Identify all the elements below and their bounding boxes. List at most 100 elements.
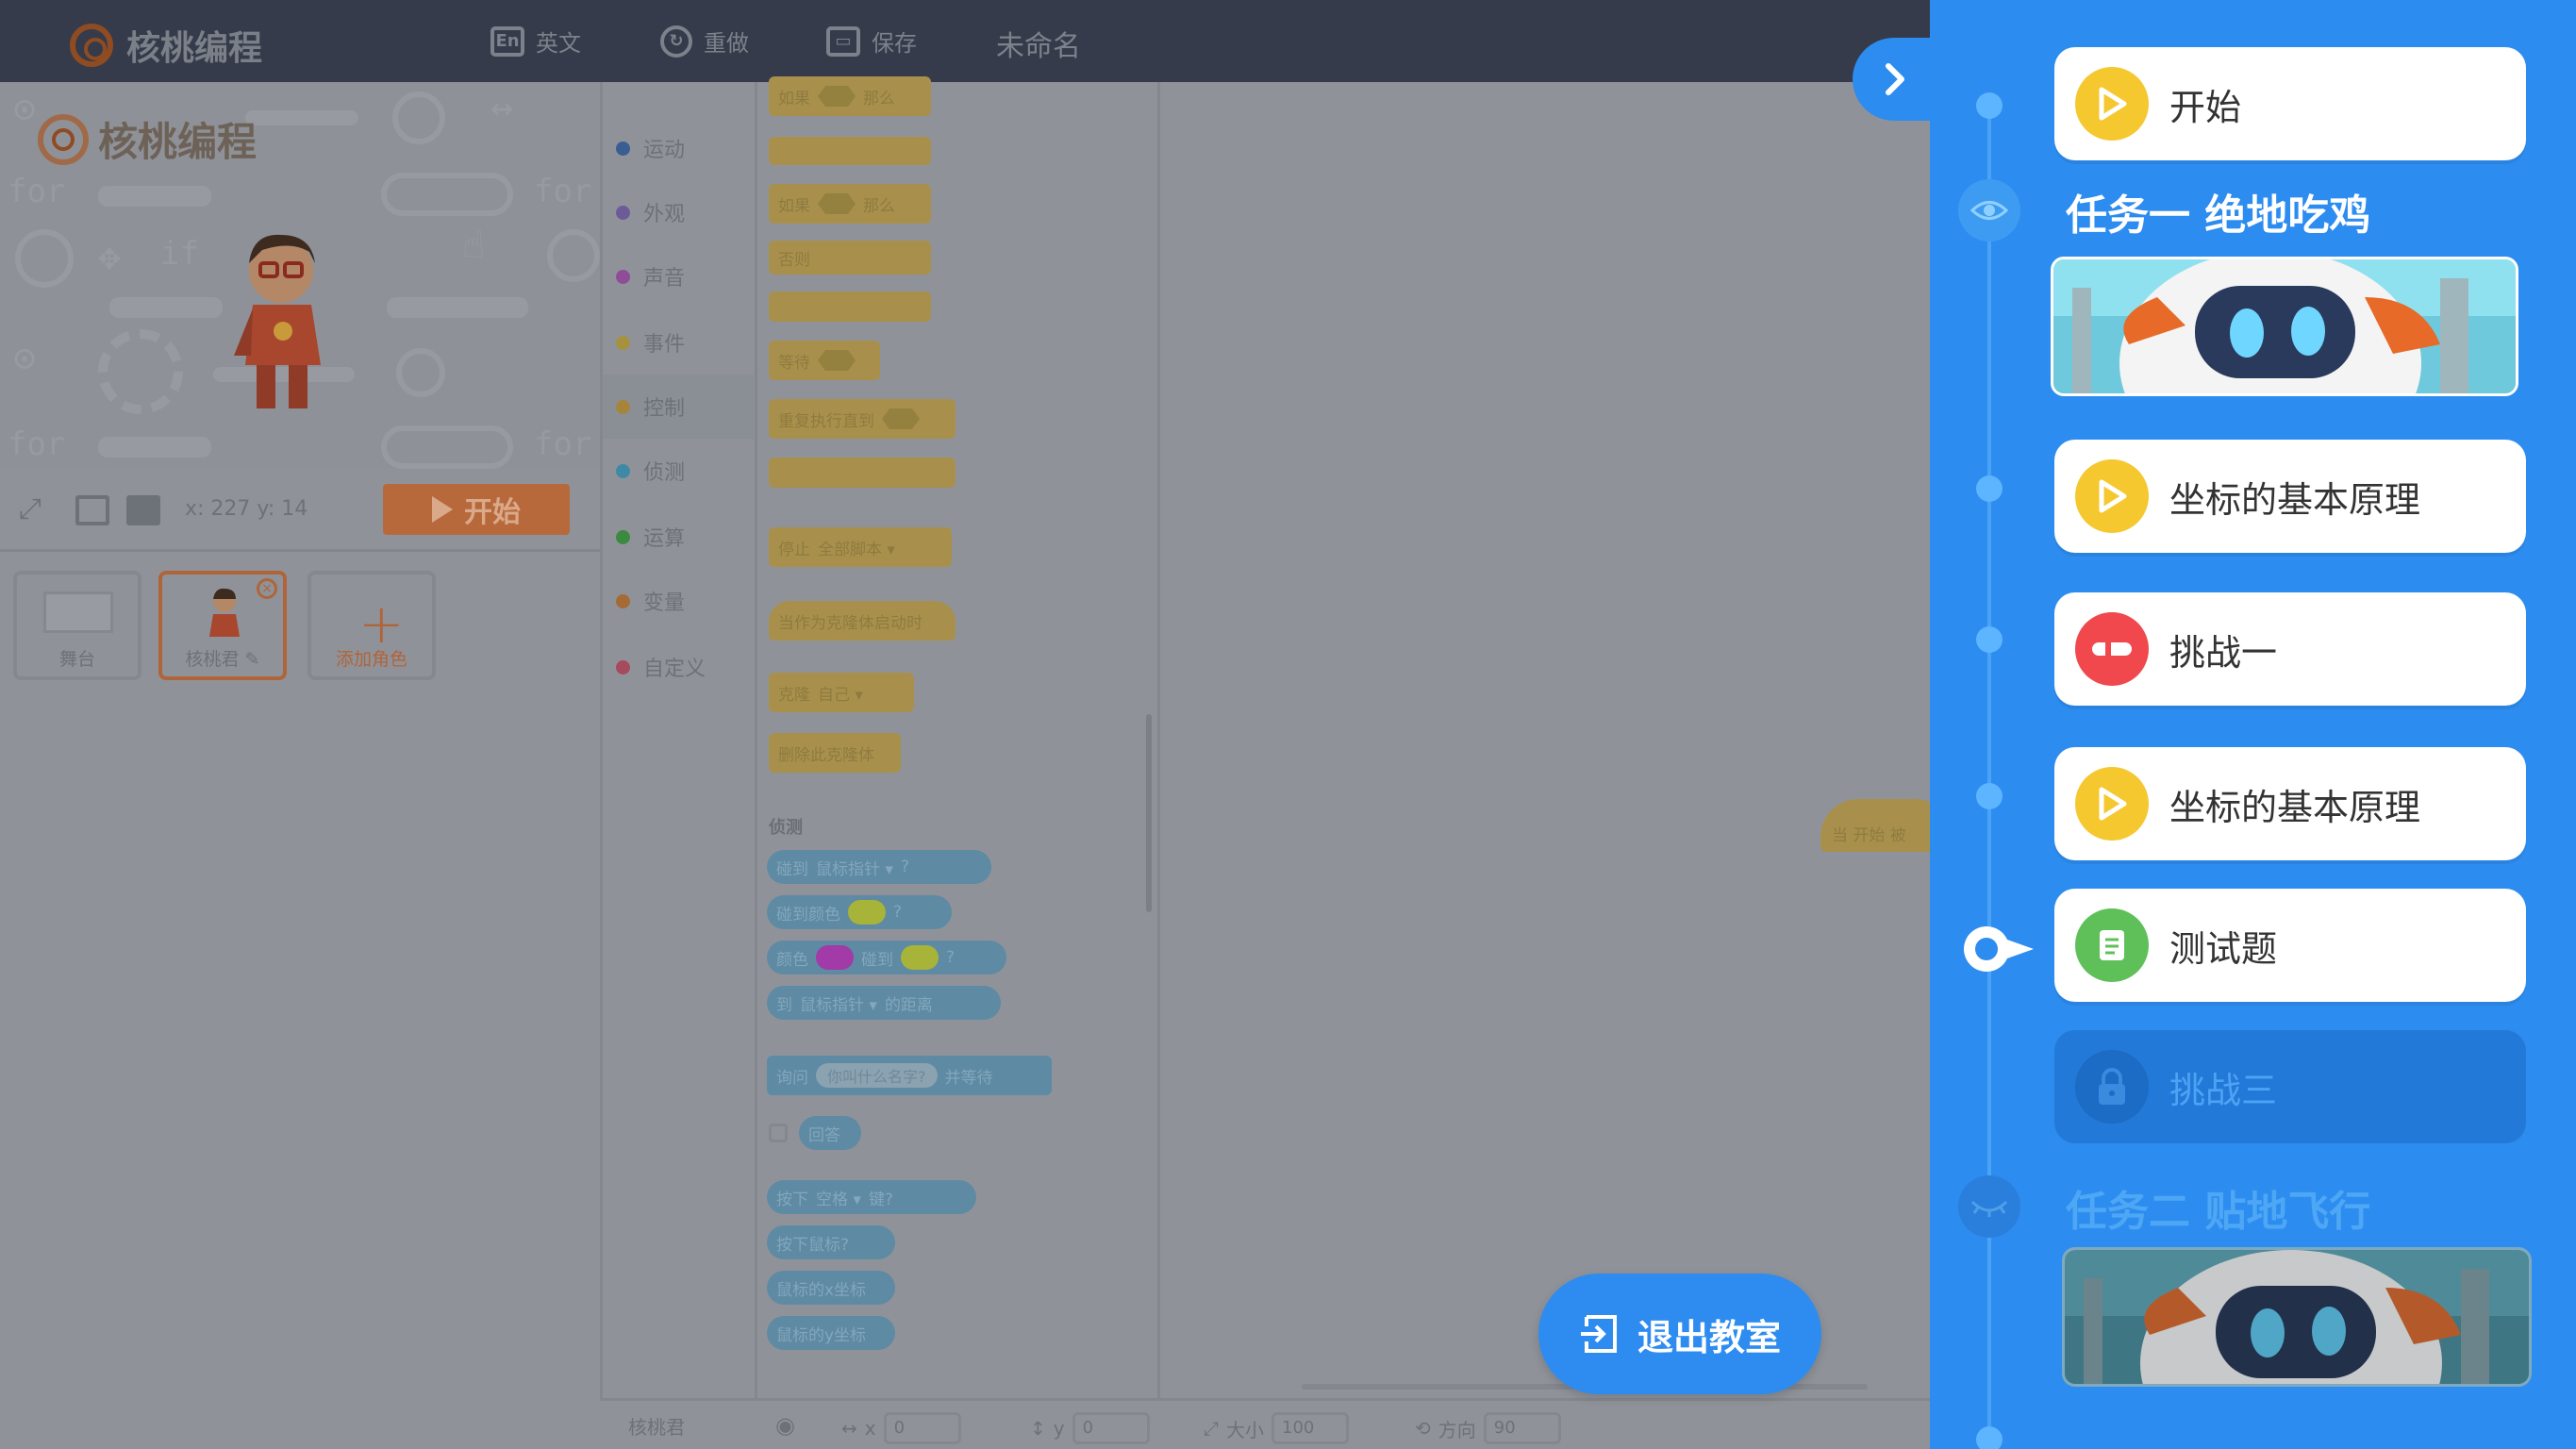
category-label: 侦测 — [643, 461, 686, 485]
stage-start-button[interactable]: 开始 — [383, 484, 570, 535]
x-input[interactable]: 0 — [883, 1412, 961, 1444]
small-stage-icon[interactable] — [75, 495, 109, 525]
lesson-item-coordinates-1[interactable]: 坐标的基本原理 — [2054, 440, 2526, 553]
exit-classroom-button[interactable]: 退出教室 — [1538, 1274, 1821, 1394]
script-area[interactable]: 当 开始 被 — [1160, 82, 1930, 1398]
answer-checkbox[interactable] — [769, 1124, 788, 1142]
sprite-card[interactable]: × 核桃君 ✎ — [158, 571, 287, 680]
category-label: 自定义 — [643, 658, 706, 681]
block-else: 否则 — [769, 241, 931, 275]
category-label: 声音 — [643, 267, 686, 291]
logo-icon — [38, 113, 89, 165]
block-when-clone[interactable]: 当作为克隆体启动时 — [769, 601, 956, 641]
mouse-coordinates: x: 227 y: 14 — [185, 497, 308, 521]
edit-icon[interactable]: ✎ — [245, 649, 260, 670]
category-sensing[interactable]: 侦测 — [603, 439, 754, 503]
direction-input[interactable]: 90 — [1483, 1412, 1561, 1444]
decor-bar — [109, 297, 223, 318]
large-stage-icon[interactable] — [126, 495, 160, 525]
category-dot — [616, 269, 630, 284]
category-variables[interactable]: 变量 — [603, 569, 754, 633]
mission-2-title: 任务二 贴地飞行 — [2066, 1188, 2371, 1236]
sprite-properties-bar: 核桃君 ◉ ↔ x 0 ↕ y 0 ⤢ 大小 100 ⟲ 方向 90 — [600, 1398, 1930, 1449]
blocks-palette: 如果 那么 如果 那么 否则 等待 重复执行直到 停止 全部脚本 ▾ 当作为克隆体启动… — [755, 76, 1160, 1398]
decor-pin-icon: ⊙ — [13, 88, 37, 131]
decor-arrows: ↔ — [490, 86, 514, 129]
block-if-then[interactable]: 如果 那么 — [769, 76, 931, 116]
block-repeat-until[interactable]: 重复执行直到 — [769, 399, 956, 439]
category-events[interactable]: 事件 — [603, 310, 754, 375]
add-sprite-card[interactable]: + 添加角色 — [307, 571, 436, 680]
category-operators[interactable]: 运算 — [603, 505, 754, 569]
stage-card[interactable]: 舞台 — [13, 571, 141, 680]
decor-circle — [392, 92, 445, 144]
block-touching[interactable]: 碰到 鼠标指针 ▾? — [767, 850, 991, 884]
sprite-name: 核桃君 — [628, 1416, 685, 1439]
eye-icon — [1958, 179, 2020, 242]
lesson-start-label: 开始 — [2169, 86, 2242, 128]
stage-start-label: 开始 — [464, 496, 521, 529]
lesson-item-challenge-3-locked: 挑战三 — [2054, 1030, 2526, 1143]
decor-gear — [98, 329, 183, 414]
block-if-else[interactable]: 如果 那么 — [769, 184, 931, 224]
block-clone[interactable]: 克隆 自己 ▾ — [769, 673, 914, 712]
palette-scrollbar[interactable] — [1146, 714, 1152, 912]
save-button[interactable]: ▭ 保存 — [826, 25, 917, 58]
decor-move: ✥ — [98, 235, 122, 278]
sprite-list: 舞台 × 核桃君 ✎ + 添加角色 — [0, 549, 600, 1449]
color-swatch[interactable] — [848, 900, 886, 924]
ask-input[interactable]: 你叫什么名字? — [816, 1063, 938, 1088]
project-title[interactable]: 未命名 — [996, 23, 1081, 64]
category-sound[interactable]: 声音 — [603, 244, 754, 308]
block-when-start[interactable]: 当 开始 被 — [1820, 799, 1930, 852]
collapse-sidebar-button[interactable] — [1853, 38, 1937, 121]
language-label: 英文 — [536, 30, 581, 57]
color-swatch[interactable] — [816, 945, 854, 970]
block-ask[interactable]: 询问 你叫什么名字? 并等待 — [767, 1056, 1052, 1095]
block-mouse-down[interactable]: 按下鼠标? — [767, 1225, 895, 1259]
redo-label: 重做 — [704, 30, 749, 57]
close-icon[interactable]: × — [257, 578, 277, 599]
lesson-item-quiz[interactable]: 测试题 — [2054, 889, 2526, 1002]
fullscreen-icon[interactable]: ⤢ — [19, 495, 53, 525]
category-motion[interactable]: 运动 — [603, 116, 754, 180]
block-mouse-x[interactable]: 鼠标的x坐标 — [767, 1271, 895, 1305]
block-if-then-end — [769, 137, 931, 165]
category-custom[interactable]: 自定义 — [603, 635, 754, 699]
category-dot — [616, 529, 630, 544]
lesson-item-label: 坐标的基本原理 — [2169, 786, 2421, 828]
decor-circle — [15, 229, 74, 288]
block-wait[interactable]: 等待 — [769, 341, 880, 380]
size-input[interactable]: 100 — [1271, 1412, 1349, 1444]
block-repeat-end — [769, 458, 956, 488]
redo-button[interactable]: ↻ 重做 — [660, 25, 749, 58]
decor-for: for — [534, 425, 592, 463]
sensing-section-title: 侦测 — [769, 818, 803, 838]
block-touching-color[interactable]: 碰到颜色? — [767, 895, 952, 929]
decor-circle — [547, 229, 600, 282]
category-control[interactable]: 控制 — [603, 375, 754, 439]
category-dot — [616, 659, 630, 675]
visibility-eye-icon[interactable]: ◉ — [775, 1412, 795, 1439]
language-icon: En — [490, 25, 524, 57]
mission-1-thumbnail[interactable] — [2051, 257, 2518, 396]
block-distance[interactable]: 到鼠标指针 ▾ 的距离 — [767, 986, 1001, 1020]
lesson-start-card[interactable]: 开始 — [2054, 47, 2526, 160]
block-answer[interactable]: 回答 — [799, 1116, 861, 1150]
sprite-character[interactable] — [234, 214, 328, 441]
decor-pill — [381, 173, 513, 216]
category-looks[interactable]: 外观 — [603, 180, 754, 244]
direction-field-group: ⟲ 方向 90 — [1415, 1412, 1561, 1444]
stage-canvas[interactable]: ⊙ ↔ for for ✥ if ☝ ⊙ for for 核桃编程 — [0, 82, 600, 469]
block-delete-clone[interactable]: 删除此克隆体 — [769, 733, 901, 773]
block-mouse-y[interactable]: 鼠标的y坐标 — [767, 1316, 895, 1350]
block-color-touching[interactable]: 颜色 碰到? — [767, 941, 1006, 974]
lesson-item-coordinates-2[interactable]: 坐标的基本原理 — [2054, 747, 2526, 860]
language-button[interactable]: En 英文 — [490, 25, 581, 58]
timeline-dot — [1976, 475, 2003, 502]
lesson-item-challenge-1[interactable]: 挑战一 — [2054, 592, 2526, 706]
color-swatch[interactable] — [901, 945, 939, 970]
block-stop[interactable]: 停止 全部脚本 ▾ — [769, 527, 952, 567]
block-key-pressed[interactable]: 按下 空格 ▾ 键? — [767, 1180, 976, 1214]
y-input[interactable]: 0 — [1072, 1412, 1150, 1444]
